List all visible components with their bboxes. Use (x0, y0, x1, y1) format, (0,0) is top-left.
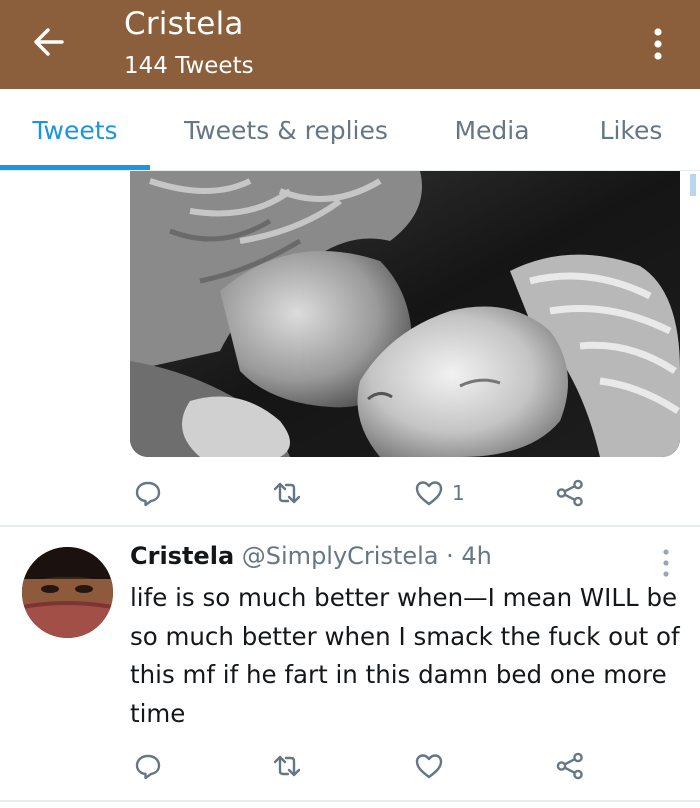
tweet-options-button[interactable] (656, 545, 676, 581)
avatar-image (22, 547, 113, 638)
share-button[interactable] (555, 746, 585, 786)
tweet-actions (0, 746, 700, 786)
share-icon (556, 752, 583, 780)
tab-media[interactable]: Media (438, 89, 546, 171)
retweet-button[interactable] (272, 473, 302, 513)
retweet-icon (273, 482, 301, 504)
tab-tweets[interactable]: Tweets (0, 89, 150, 171)
tweet-time: · 4h (446, 542, 492, 570)
tab-likes[interactable]: Likes (584, 89, 678, 171)
heart-icon (415, 754, 443, 779)
tweet-actions: 1 (0, 473, 700, 513)
profile-name: Cristela (124, 6, 244, 42)
more-options-button[interactable] (646, 22, 670, 66)
retweet-icon (273, 755, 301, 777)
tweet-divider (0, 800, 700, 802)
sculpture-image (130, 171, 680, 457)
active-tab-indicator (0, 165, 150, 170)
like-count: 1 (452, 481, 465, 505)
share-icon (556, 479, 583, 507)
author-handle[interactable]: @SimplyCristela (242, 542, 439, 570)
scrollbar[interactable] (690, 174, 696, 196)
author-name[interactable]: Cristela (130, 542, 234, 570)
tweet-count: 144 Tweets (124, 53, 254, 79)
like-button[interactable] (414, 746, 444, 786)
more-vertical-icon (654, 28, 662, 60)
tweet-divider (0, 525, 700, 527)
profile-header: Cristela 144 Tweets (0, 0, 700, 89)
reply-button[interactable] (133, 746, 163, 786)
tweet-text: life is so much better when—I mean WILL … (130, 583, 680, 728)
reply-icon (135, 754, 161, 780)
heart-icon (415, 481, 443, 506)
tweet-media-image[interactable] (130, 171, 680, 457)
retweet-button[interactable] (272, 746, 302, 786)
avatar[interactable] (22, 547, 113, 638)
more-vertical-icon (663, 549, 669, 577)
reply-button[interactable] (133, 473, 163, 513)
arrow-left-icon (34, 28, 64, 56)
back-button[interactable] (24, 22, 68, 62)
share-button[interactable] (555, 473, 585, 513)
like-button[interactable]: 1 (414, 473, 465, 513)
reply-icon (135, 481, 161, 507)
tab-tweets-replies[interactable]: Tweets & replies (166, 89, 406, 171)
profile-tabs: Tweets Tweets & replies Media Likes (0, 89, 700, 171)
tweet-header: Cristela @SimplyCristela · 4h (130, 542, 492, 570)
